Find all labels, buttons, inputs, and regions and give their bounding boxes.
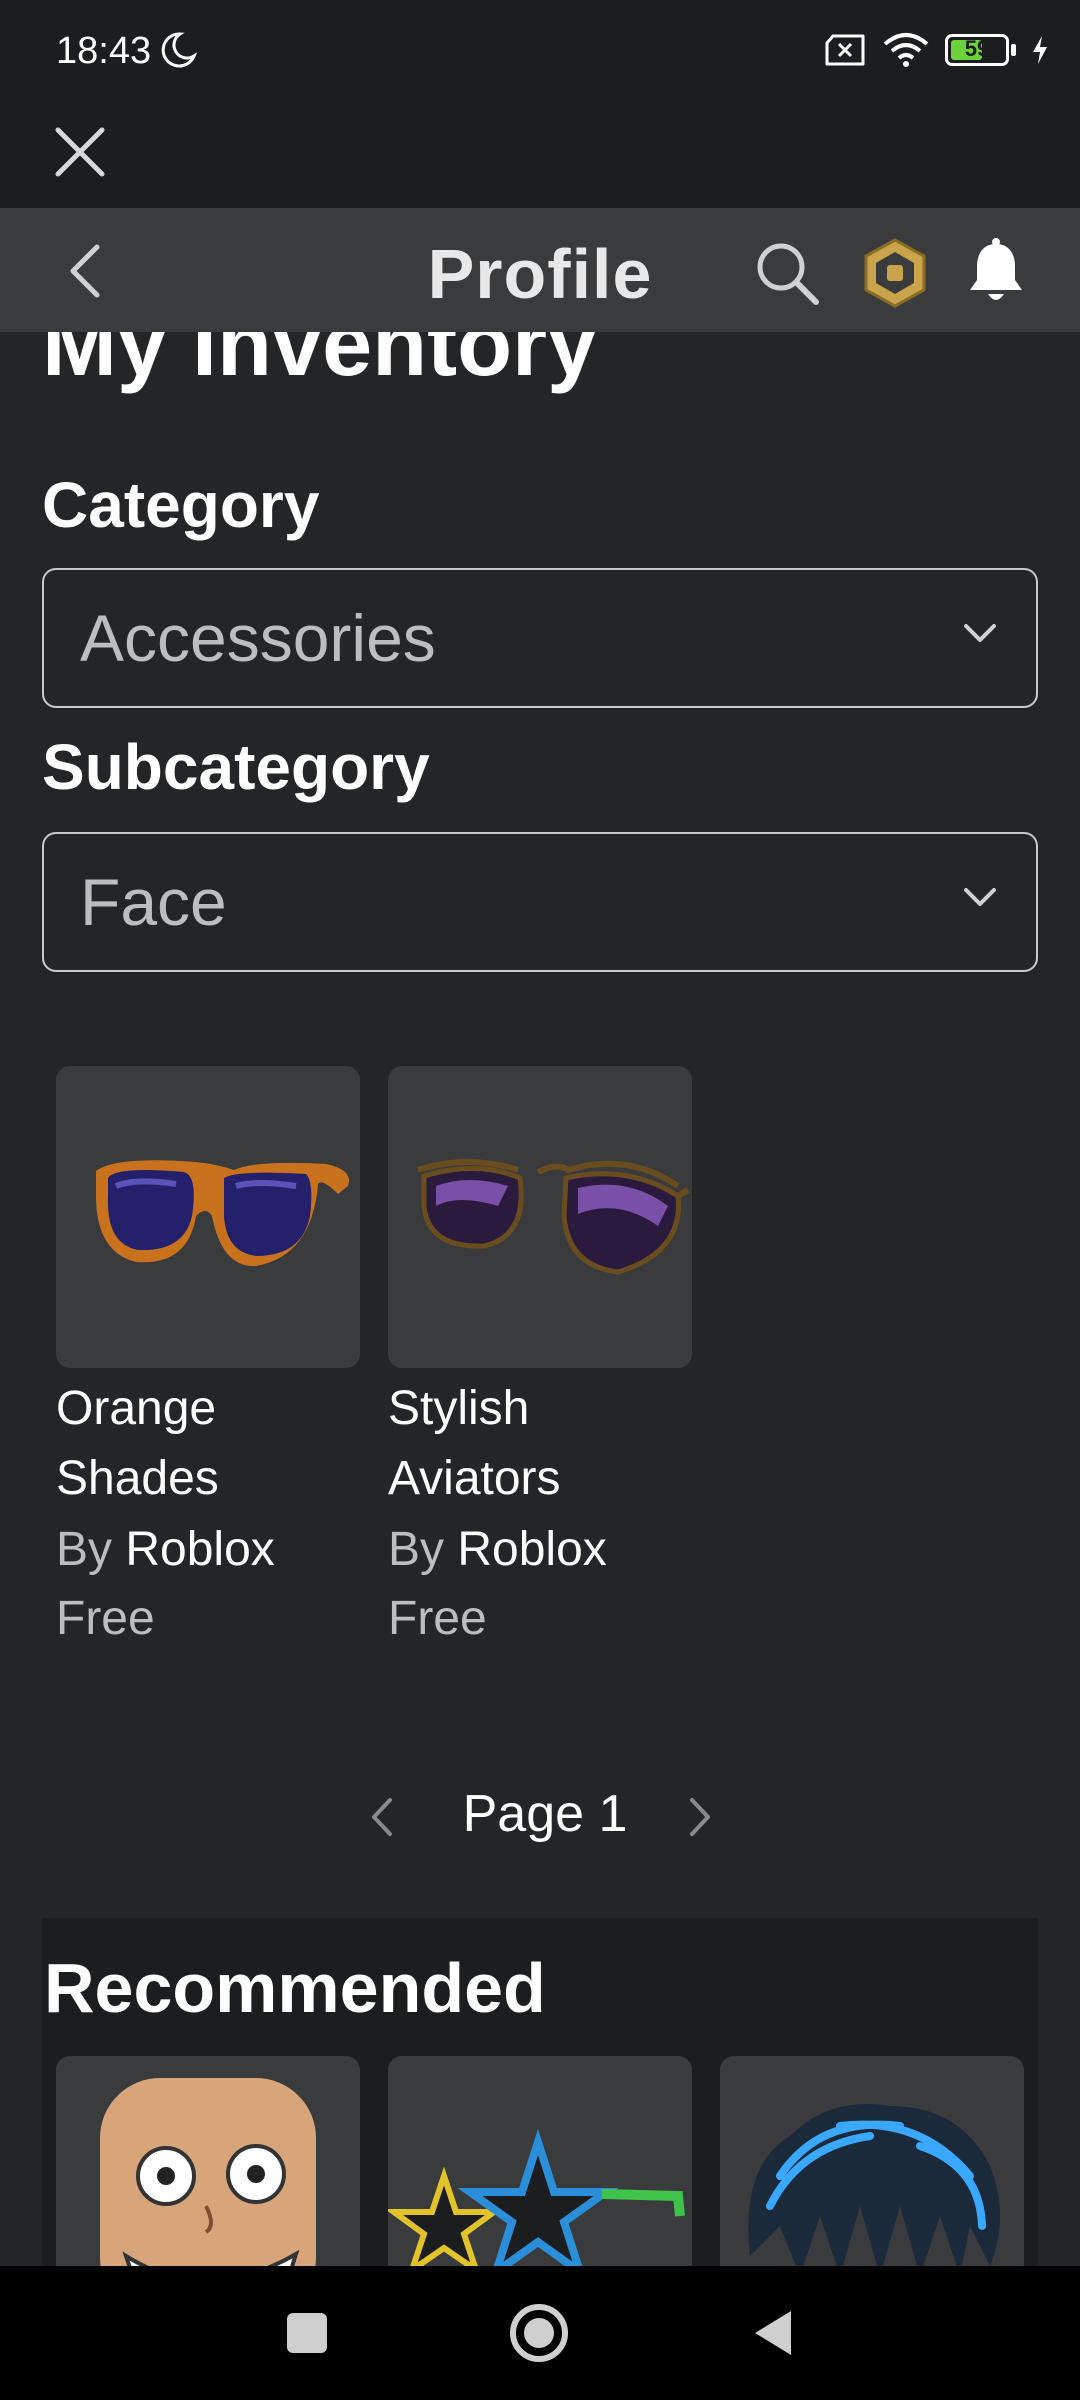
close-icon: [55, 127, 105, 177]
category-value: Accessories: [80, 601, 436, 675]
page-indicator: Page 1: [462, 1785, 628, 1843]
do-not-disturb-icon: [161, 32, 198, 68]
inventory-item-card[interactable]: Stylish Aviators By Roblox Free: [388, 1066, 692, 1652]
status-icons: 59: [823, 32, 1050, 68]
top-navigation-bar: Profile: [0, 208, 1080, 332]
orange-shades-icon: [96, 1160, 350, 1267]
smiling-face-head-icon: [100, 2078, 316, 2268]
circle-home-icon: [510, 2304, 568, 2362]
square-icon: [287, 2313, 327, 2353]
robux-icon[interactable]: [858, 236, 932, 310]
stylish-aviators-icon: [417, 1159, 690, 1275]
category-select[interactable]: Accessories: [42, 568, 1038, 708]
recommended-heading: Recommended: [44, 1949, 546, 2027]
item-thumbnail[interactable]: [388, 1066, 692, 1368]
inventory-heading: My Inventory: [42, 332, 598, 395]
triangle-back-icon: [755, 2311, 791, 2355]
recommended-section: Recommended: [42, 1918, 1038, 2268]
system-navigation-bar: [0, 2266, 1080, 2400]
search-icon[interactable]: [752, 238, 822, 308]
star-glasses-icon: [388, 2128, 685, 2268]
category-label: Category: [42, 469, 320, 541]
inventory-item-card[interactable]: Orange Shades By Roblox Free: [56, 1066, 360, 1652]
close-button[interactable]: [44, 116, 116, 188]
item-creator: By Roblox: [56, 1523, 275, 1576]
wifi-icon: [883, 33, 929, 67]
chevron-down-icon: [964, 888, 996, 906]
creator-link[interactable]: Roblox: [457, 1523, 606, 1576]
webview-close-bar: [0, 100, 1080, 208]
status-bar: 18:43 59: [0, 0, 1080, 100]
recommended-item-card[interactable]: [720, 2056, 1024, 2268]
heading-viewport: My Inventory: [0, 332, 1080, 412]
subcategory-label: Subcategory: [42, 731, 430, 803]
notifications-bell-icon[interactable]: [960, 236, 1032, 308]
item-name[interactable]: Stylish Aviators: [388, 1374, 692, 1514]
blue-hair-icon: [748, 2104, 1000, 2268]
battery-icon: 59: [945, 34, 1009, 66]
recommended-item-card[interactable]: [388, 2056, 692, 2268]
item-price: Free: [388, 1592, 487, 1645]
item-creator: By Roblox: [388, 1523, 607, 1576]
pagination: Page 1: [0, 1780, 1080, 1860]
charging-icon: [1033, 36, 1047, 64]
subcategory-value: Face: [80, 865, 227, 939]
recents-button[interactable]: [276, 2302, 338, 2364]
chevron-down-icon: [964, 624, 996, 642]
status-time: 18:43: [56, 30, 152, 72]
item-price: Free: [56, 1592, 155, 1645]
item-name[interactable]: Orange Shades: [56, 1374, 360, 1514]
subcategory-select[interactable]: Face: [42, 832, 1038, 972]
creator-link[interactable]: Roblox: [125, 1523, 274, 1576]
item-thumbnail[interactable]: [56, 1066, 360, 1368]
system-back-button[interactable]: [742, 2302, 804, 2364]
battery-cap: [1011, 44, 1016, 56]
sim-off-icon: [825, 34, 865, 66]
next-page-icon[interactable]: [680, 1792, 720, 1842]
previous-page-icon[interactable]: [362, 1792, 402, 1842]
battery-level: 59: [964, 36, 990, 61]
home-button[interactable]: [508, 2302, 570, 2364]
recommended-item-card[interactable]: [56, 2056, 360, 2268]
